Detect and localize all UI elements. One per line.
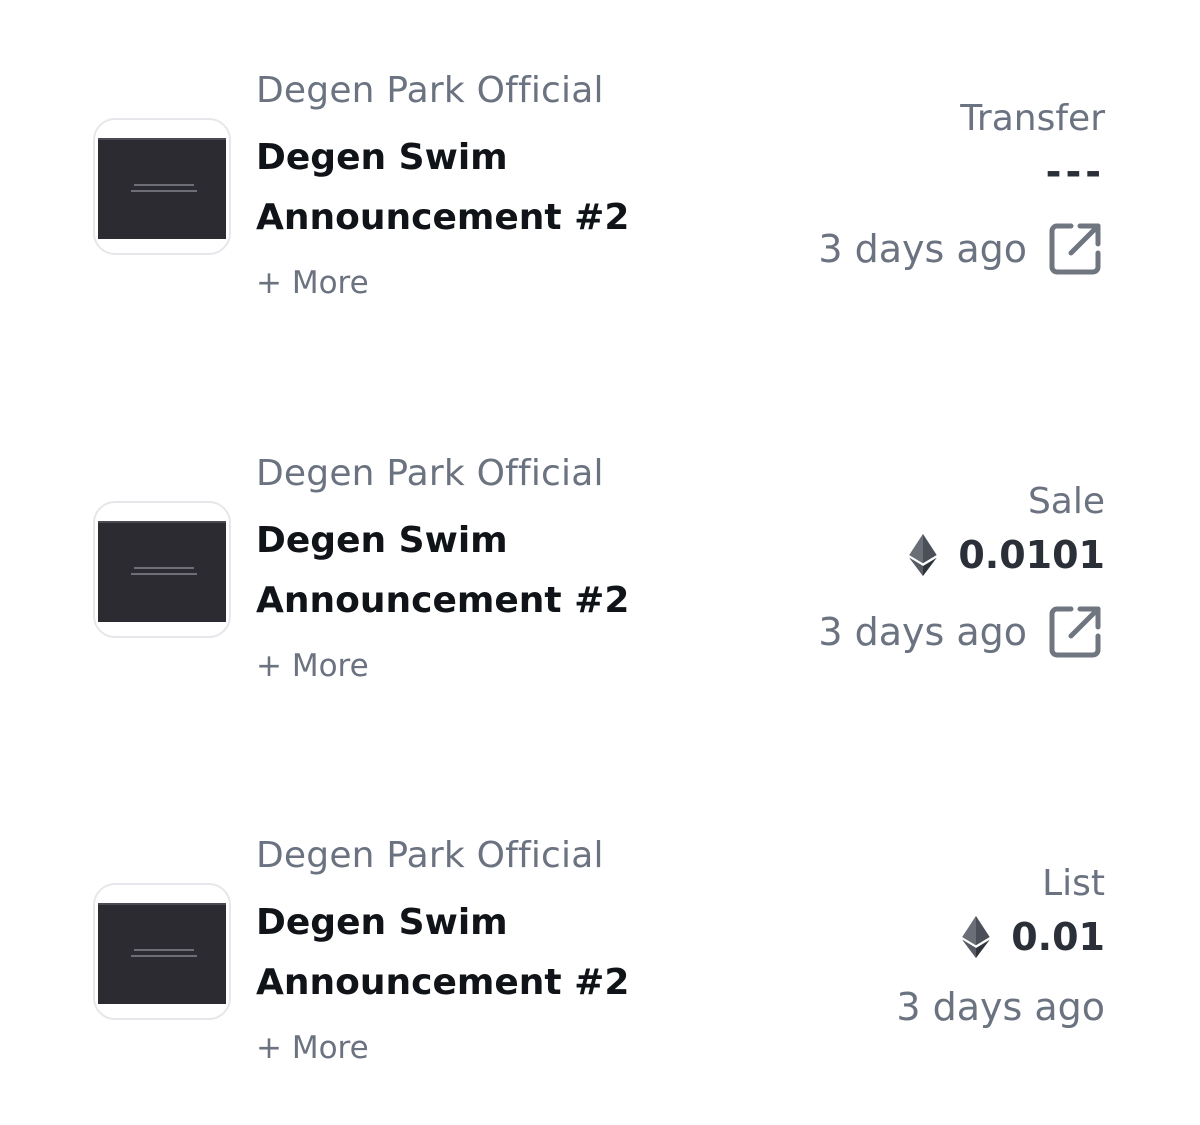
event-time: 3 days ago [896,985,1105,1029]
price-empty: --- [1045,150,1105,194]
nft-thumbnail-image [98,138,226,239]
external-link-icon[interactable] [1047,603,1105,661]
nft-title[interactable]: Degen Swim Announcement #2 [256,511,629,631]
event-type-label: Transfer [960,98,1105,139]
more-button[interactable]: + More [256,265,369,301]
thumbnail-text-line [134,567,194,569]
nft-title-line: Degen Swim [256,137,508,178]
nft-title[interactable]: Degen Swim Announcement #2 [256,893,629,1013]
nft-title-line: Announcement #2 [256,580,630,621]
nft-thumbnail[interactable] [93,883,231,1020]
price-line: 0.0101 [908,533,1105,577]
thumbnail-text-line [134,184,194,186]
event-type-label: Sale [1027,481,1105,522]
nft-thumbnail[interactable] [93,118,231,255]
collection-name[interactable]: Degen Park Official [256,70,604,111]
ethereum-icon [909,534,938,576]
nft-thumbnail[interactable] [93,501,231,638]
price-value: 0.0101 [958,533,1105,577]
activity-row-list[interactable]: Degen Park Official Degen Swim Announcem… [0,765,1200,1066]
activity-row-sale[interactable]: Degen Park Official Degen Swim Announcem… [0,383,1200,684]
price-line: --- [1046,150,1105,194]
price-line: 0.01 [961,915,1105,959]
event-time: 3 days ago [818,227,1027,271]
nft-title[interactable]: Degen Swim Announcement #2 [256,128,629,248]
more-button[interactable]: + More [256,648,369,684]
external-link-icon[interactable] [1047,220,1105,278]
time-line: 3 days ago [818,220,1105,278]
thumbnail-text-line [134,949,194,951]
thumbnail-text-line [131,955,197,957]
nft-thumbnail-image [98,521,226,622]
time-line: 3 days ago [896,985,1105,1029]
collection-name[interactable]: Degen Park Official [256,835,604,876]
time-line: 3 days ago [818,603,1105,661]
nft-title-line: Degen Swim [256,520,508,561]
more-button[interactable]: + More [256,1030,369,1066]
nft-thumbnail-image [98,903,226,1004]
activity-row-transfer[interactable]: Degen Park Official Degen Swim Announcem… [0,0,1200,301]
nft-title-line: Announcement #2 [256,197,630,238]
price-value: 0.01 [1011,915,1105,959]
thumbnail-text-line [131,573,197,575]
nft-title-line: Announcement #2 [256,962,630,1003]
event-time: 3 days ago [818,610,1027,654]
event-type-label: List [1042,863,1105,904]
collection-name[interactable]: Degen Park Official [256,453,604,494]
thumbnail-text-line [131,190,197,192]
nft-title-line: Degen Swim [256,902,508,943]
ethereum-icon [962,916,990,958]
